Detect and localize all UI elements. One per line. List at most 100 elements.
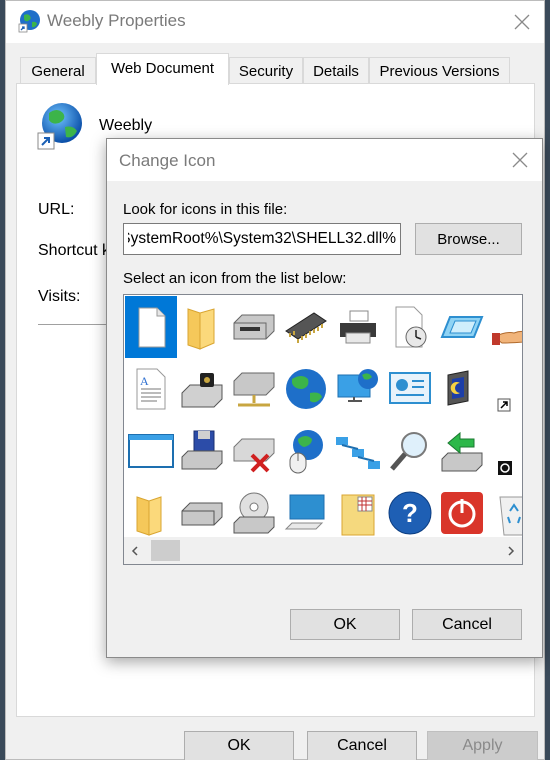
properties-title: Weebly Properties [47, 11, 186, 30]
network-drive-icon [233, 372, 275, 407]
document-clock-icon [395, 306, 427, 348]
icon-item[interactable] [125, 296, 177, 358]
icon-item[interactable] [436, 482, 488, 544]
icon-list-label: Select an icon from the list below: [123, 270, 347, 287]
globe-shortcut-icon [18, 10, 40, 33]
application-window-icon [128, 434, 174, 468]
scroll-right-button[interactable] [500, 537, 522, 564]
icon-item[interactable] [280, 420, 332, 482]
icon-item[interactable] [228, 358, 280, 420]
icon-item[interactable] [436, 358, 488, 420]
folder-icon [187, 308, 215, 350]
power-icon [441, 492, 483, 534]
icon-item[interactable] [125, 420, 177, 482]
icon-item[interactable] [332, 420, 384, 482]
scrollbar-thumb[interactable] [151, 540, 180, 561]
icon-file-input[interactable] [123, 223, 401, 255]
icon-item[interactable] [176, 358, 228, 420]
icon-item[interactable] [384, 358, 436, 420]
file-label: Look for icons in this file: [123, 201, 288, 218]
text-document-icon: A [136, 368, 166, 410]
shortcut-name: Weebly [99, 117, 153, 134]
control-panel-icon [389, 372, 431, 404]
icon-item[interactable] [280, 358, 332, 420]
hand-share-icon [492, 330, 522, 345]
folder-grid-icon [341, 494, 375, 536]
folder-plain-icon [136, 496, 162, 536]
desktop-background-right [545, 0, 550, 760]
icon-list[interactable]: A ? [123, 294, 523, 565]
shortcut-key-label: Shortcut k [38, 242, 111, 259]
icon-item[interactable] [488, 482, 522, 544]
magnifier-icon [390, 432, 427, 471]
change-icon-dialog: Change Icon Look for icons in this file:… [106, 138, 543, 658]
svg-text:A: A [140, 374, 149, 388]
floppy-drive-icon [233, 314, 275, 340]
desktop-computer-icon [284, 494, 325, 530]
moon-screen-icon [447, 370, 469, 406]
icon-item[interactable] [436, 296, 488, 358]
tab-web-document[interactable]: Web Document [96, 53, 229, 85]
icon-item[interactable] [228, 296, 280, 358]
tab-details[interactable]: Details [303, 57, 369, 84]
horizontal-scrollbar[interactable] [124, 537, 522, 564]
icon-item[interactable]: ? [384, 482, 436, 544]
icon-item[interactable] [280, 296, 332, 358]
icon-item[interactable] [332, 482, 384, 544]
change-icon-close-button[interactable] [503, 145, 537, 175]
icon-item[interactable] [332, 296, 384, 358]
icon-item[interactable] [176, 296, 228, 358]
shortcut-arrow-icon [497, 398, 511, 412]
tab-general[interactable]: General [20, 57, 96, 84]
icon-item[interactable] [384, 296, 436, 358]
properties-ok-button[interactable]: OK [184, 731, 294, 760]
globe-icon [286, 369, 326, 409]
svg-text:?: ? [402, 498, 418, 528]
icon-item[interactable] [228, 482, 280, 544]
icon-item[interactable] [176, 420, 228, 482]
tab-previous-versions[interactable]: Previous Versions [369, 57, 510, 84]
memory-chip-icon [285, 312, 327, 343]
icon-item[interactable] [228, 420, 280, 482]
properties-close-button[interactable] [504, 7, 540, 37]
change-icon-title: Change Icon [119, 151, 216, 170]
change-icon-cancel-button[interactable]: Cancel [412, 609, 522, 640]
network-icon [336, 437, 380, 469]
change-icon-titlebar: Change Icon [107, 139, 542, 181]
close-icon [512, 152, 528, 168]
drive-floppy-icon [181, 430, 223, 470]
tab-security[interactable]: Security [229, 57, 303, 84]
icon-item[interactable] [332, 358, 384, 420]
chevron-right-icon [508, 545, 515, 556]
properties-titlebar: Weebly Properties [6, 1, 544, 43]
icon-item[interactable] [280, 482, 332, 544]
change-icon-ok-button[interactable]: OK [290, 609, 400, 640]
icon-item[interactable]: A [125, 358, 177, 420]
drive-lock-icon [181, 373, 223, 408]
properties-apply-button[interactable]: Apply [427, 731, 538, 760]
cd-drive-icon [233, 492, 275, 534]
icon-item[interactable] [125, 482, 177, 544]
properties-cancel-button[interactable]: Cancel [307, 731, 417, 760]
chevron-left-icon [131, 545, 138, 556]
globe-mouse-icon [289, 430, 323, 474]
icon-item[interactable] [488, 358, 522, 420]
icon-item[interactable] [384, 420, 436, 482]
icon-item[interactable] [488, 296, 522, 358]
monitor-globe-icon [337, 369, 378, 402]
drive-green-arrow-icon [441, 431, 483, 472]
close-icon [514, 14, 530, 30]
window-icon [440, 316, 484, 338]
help-icon: ? [388, 491, 432, 535]
visits-label: Visits: [38, 288, 81, 305]
scroll-left-button[interactable] [124, 537, 146, 564]
url-label: URL: [38, 201, 75, 218]
disconnected-drive-icon [233, 438, 275, 473]
icon-item[interactable] [488, 420, 522, 482]
icon-item[interactable] [176, 482, 228, 544]
globe-shortcut-icon [37, 103, 82, 150]
browse-button[interactable]: Browse... [415, 223, 522, 255]
icon-item[interactable] [436, 420, 488, 482]
blank-document-icon [138, 307, 166, 348]
shutdown-small-icon [498, 461, 512, 475]
